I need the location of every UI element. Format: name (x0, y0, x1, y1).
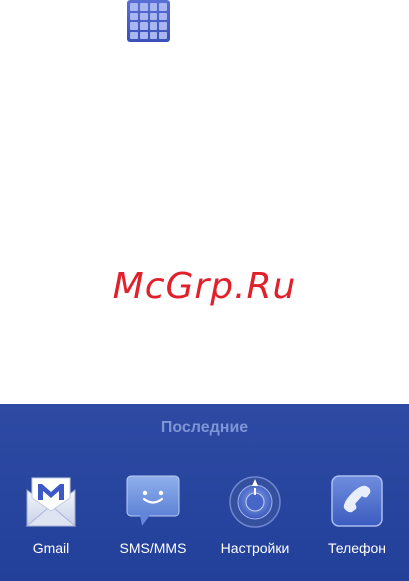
panel-title: Последние (160, 419, 249, 436)
sms-icon (126, 474, 180, 528)
recent-apps-list: Gmail SMS/MMS Настройки Телефон (0, 474, 409, 574)
app-sms-mms[interactable]: SMS/MMS (103, 474, 203, 556)
recent-apps-panel: Последние Gmail SMS/MMS Настройки Телефо… (0, 404, 409, 581)
app-label: Gmail (32, 540, 70, 556)
settings-icon (228, 474, 282, 528)
app-gmail[interactable]: Gmail (1, 474, 101, 556)
app-label: SMS/MMS (119, 540, 187, 556)
app-settings[interactable]: Настройки (205, 474, 305, 556)
app-label: Настройки (220, 540, 290, 556)
gmail-icon (24, 474, 78, 528)
watermark: McGrp.Ru (112, 266, 297, 307)
phone-icon (330, 474, 384, 528)
app-phone[interactable]: Телефон (307, 474, 407, 556)
app-drawer-grid-icon[interactable] (127, 0, 170, 42)
app-label: Телефон (327, 540, 387, 556)
